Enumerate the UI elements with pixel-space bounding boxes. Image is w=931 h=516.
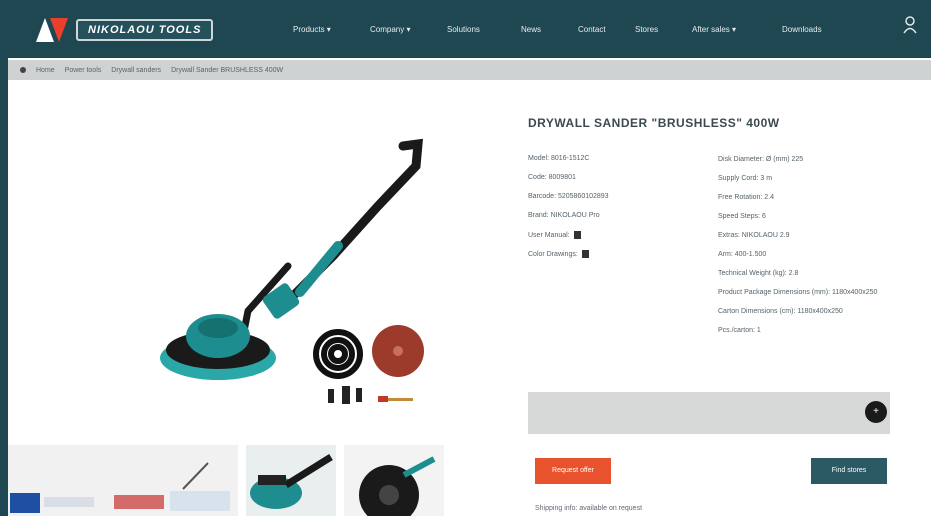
nav-company[interactable]: Company ▾ [370, 25, 447, 34]
breadcrumb: Home Power tools Drywall sanders Drywall… [8, 60, 931, 80]
user-icon[interactable] [903, 16, 917, 39]
page: NIKOLAOU TOOLS Products ▾ Company ▾ Solu… [8, 0, 931, 516]
spec-package-dimensions: Product Package Dimensions (mm): 1180x40… [718, 289, 878, 296]
nav-downloads[interactable]: Downloads [782, 25, 842, 34]
nav-products[interactable]: Products ▾ [293, 25, 370, 34]
nav-after-sales[interactable]: After sales ▾ [692, 25, 782, 34]
site-header: NIKOLAOU TOOLS Products ▾ Company ▾ Solu… [8, 0, 931, 58]
spec-disk-diameter: Disk Diameter: Ø (mm) 225 [718, 156, 804, 163]
spec-user-manual: User Manual: [528, 231, 609, 250]
spec-drawings: Color Drawings: [528, 250, 609, 269]
spec-weight: Technical Weight (kg): 2.8 [718, 270, 799, 277]
nav-news[interactable]: News [521, 25, 578, 34]
spec-brand: Brand: NIKOLAOU Pro [528, 212, 600, 219]
logo-mark-icon [36, 18, 70, 42]
spec-pcs-carton: Pcs./carton: 1 [718, 327, 761, 334]
main-nav: Products ▾ Company ▾ Solutions News Cont… [293, 25, 842, 34]
thumbnail-2[interactable] [246, 445, 336, 516]
shipping-note: Shipping info: available on request [535, 505, 643, 512]
spec-arm: Arm: 400-1.500 [718, 251, 767, 258]
breadcrumb-item[interactable]: Drywall sanders [111, 67, 161, 74]
spec-supply-cord: Supply Cord: 3 m [718, 175, 773, 182]
product-main-image[interactable] [38, 96, 478, 436]
product-thumbnails [8, 445, 452, 516]
spec-model: Model: 8016-1512C [528, 155, 590, 162]
spec-code: Code: 8009801 [528, 174, 576, 181]
request-offer-button[interactable]: Request offer [535, 458, 611, 484]
spec-barcode: Barcode: 5205860102893 [528, 193, 609, 200]
spec-free-rotation: Free Rotation: 2.4 [718, 194, 775, 201]
add-button[interactable]: + [865, 401, 887, 423]
drawing-icon[interactable] [581, 250, 589, 258]
spec-list-right: Disk Diameter: Ø (mm) 225 Supply Cord: 3… [718, 155, 888, 345]
product-title: DRYWALL SANDER "BRUSHLESS" 400W [528, 116, 780, 130]
home-icon[interactable] [20, 67, 26, 73]
pdf-icon[interactable] [573, 231, 581, 239]
nav-stores[interactable]: Stores [635, 25, 692, 34]
brand-logo[interactable]: NIKOLAOU TOOLS [36, 18, 214, 42]
nav-contact[interactable]: Contact [578, 25, 635, 34]
quantity-bar[interactable] [528, 392, 890, 434]
spec-speed-steps: Speed Steps: 6 [718, 213, 766, 220]
breadcrumb-item[interactable]: Home [36, 67, 55, 74]
thumbnail-badges[interactable] [8, 445, 238, 516]
spec-extras: Extras: NIKOLAOU 2.9 [718, 232, 790, 239]
breadcrumb-current: Drywall Sander BRUSHLESS 400W [171, 66, 284, 74]
spec-list-left: Model: 8016-1512C Code: 8009801 Barcode:… [528, 155, 609, 269]
breadcrumb-item[interactable]: Power tools [65, 67, 102, 74]
spec-carton-dimensions: Carton Dimensions (cm): 1180x400x250 [718, 308, 843, 315]
brand-wordmark: NIKOLAOU TOOLS [76, 19, 214, 41]
nav-solutions[interactable]: Solutions [447, 25, 521, 34]
find-stores-button[interactable]: Find stores [811, 458, 887, 484]
thumbnail-3[interactable] [344, 445, 444, 516]
